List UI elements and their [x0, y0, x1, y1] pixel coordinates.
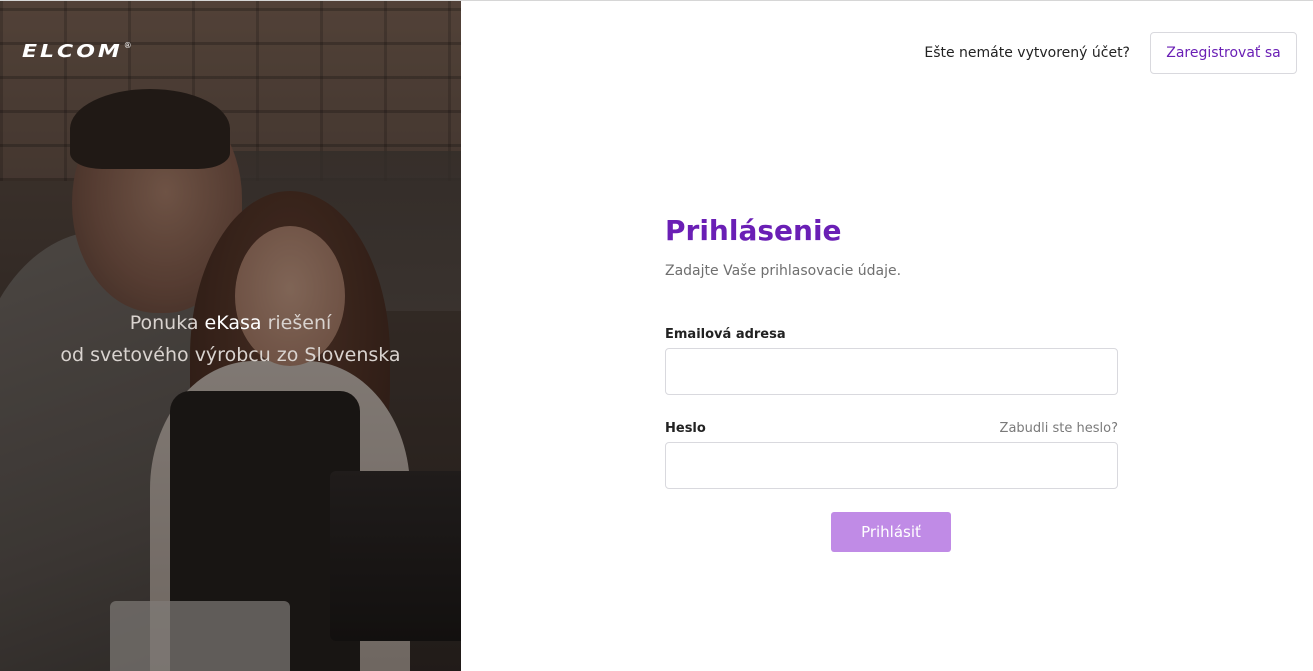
hero-tagline-line2: od svetového výrobcu zo Slovenska	[60, 344, 401, 366]
hero-tagline-line1: Ponuka eKasa riešení	[0, 307, 461, 339]
hero-tagline: Ponuka eKasa riešení od svetového výrobc…	[0, 307, 461, 371]
hero-tagline-suffix: riešení	[261, 312, 332, 334]
no-account-question: Ešte nemáte vytvorený účet?	[924, 45, 1130, 61]
email-label: Emailová adresa	[665, 327, 786, 342]
page-title: Prihlásenie	[665, 214, 842, 247]
login-form: Prihlásenie Zadajte Vaše prihlasovacie ú…	[665, 211, 1118, 552]
registered-mark: ®	[123, 41, 132, 50]
register-button[interactable]: Zaregistrovať sa	[1150, 32, 1297, 74]
page-subtitle: Zadajte Vaše prihlasovacie údaje.	[665, 263, 902, 279]
email-field[interactable]	[665, 348, 1118, 395]
forgot-password-link[interactable]: Zabudli ste heslo?	[1000, 421, 1118, 436]
hero-tagline-highlight: eKasa	[204, 312, 262, 334]
password-field[interactable]	[665, 442, 1118, 489]
hero-tagline-prefix: Ponuka	[129, 312, 205, 334]
password-label: Heslo	[665, 421, 706, 436]
hero-panel: ELCOM ® Ponuka eKasa riešení od svetovéh…	[0, 1, 461, 671]
login-button[interactable]: Prihlásiť	[831, 512, 951, 552]
brand-logo[interactable]: ELCOM ®	[22, 41, 132, 63]
brand-logo-text: ELCOM	[22, 41, 123, 62]
login-page: ELCOM ® Ponuka eKasa riešení od svetovéh…	[0, 0, 1313, 671]
